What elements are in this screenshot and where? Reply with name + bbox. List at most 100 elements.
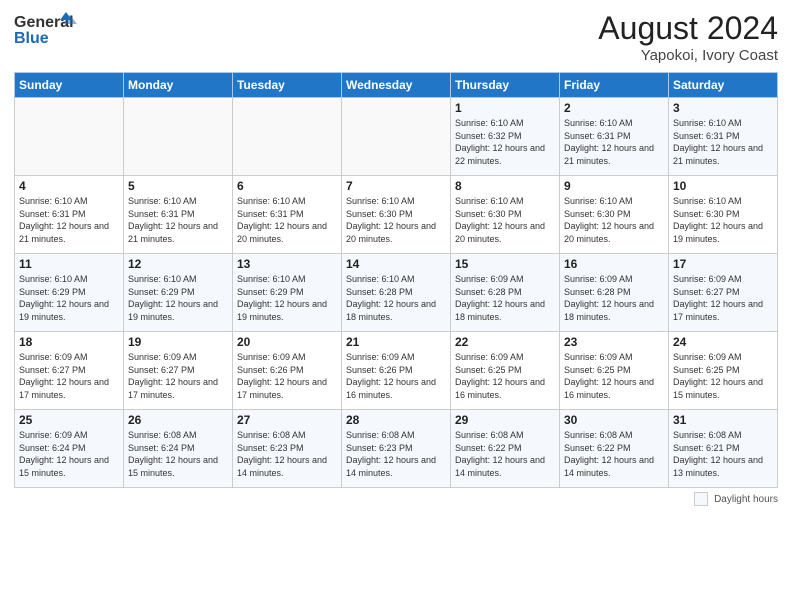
day-number: 6 (237, 179, 337, 193)
day-number: 4 (19, 179, 119, 193)
day-number: 8 (455, 179, 555, 193)
day-info: Sunrise: 6:10 AMSunset: 6:31 PMDaylight:… (19, 195, 119, 245)
day-info: Sunrise: 6:10 AMSunset: 6:29 PMDaylight:… (19, 273, 119, 323)
day-info: Sunrise: 6:10 AMSunset: 6:31 PMDaylight:… (237, 195, 337, 245)
day-number: 23 (564, 335, 664, 349)
calendar-cell: 8 Sunrise: 6:10 AMSunset: 6:30 PMDaylight… (451, 176, 560, 254)
day-info: Sunrise: 6:10 AMSunset: 6:31 PMDaylight:… (673, 117, 773, 167)
day-number: 22 (455, 335, 555, 349)
day-header-thursday: Thursday (451, 73, 560, 98)
calendar-cell: 23 Sunrise: 6:09 AMSunset: 6:25 PMDayligh… (560, 332, 669, 410)
day-info: Sunrise: 6:09 AMSunset: 6:28 PMDaylight:… (455, 273, 555, 323)
day-number: 9 (564, 179, 664, 193)
day-info: Sunrise: 6:08 AMSunset: 6:21 PMDaylight:… (673, 429, 773, 479)
calendar-week-1: 1 Sunrise: 6:10 AMSunset: 6:32 PMDaylight… (15, 98, 778, 176)
day-info: Sunrise: 6:10 AMSunset: 6:31 PMDaylight:… (128, 195, 228, 245)
month-title: August 2024 (598, 10, 778, 47)
day-number: 1 (455, 101, 555, 115)
calendar-cell: 7 Sunrise: 6:10 AMSunset: 6:30 PMDaylight… (342, 176, 451, 254)
logo-svg: GeneralBlue (14, 10, 84, 50)
svg-text:Blue: Blue (14, 30, 49, 47)
day-number: 30 (564, 413, 664, 427)
calendar-cell (124, 98, 233, 176)
daylight-box (694, 492, 708, 506)
day-info: Sunrise: 6:10 AMSunset: 6:29 PMDaylight:… (237, 273, 337, 323)
day-number: 13 (237, 257, 337, 271)
calendar-cell: 12 Sunrise: 6:10 AMSunset: 6:29 PMDayligh… (124, 254, 233, 332)
day-info: Sunrise: 6:10 AMSunset: 6:28 PMDaylight:… (346, 273, 446, 323)
calendar-container: GeneralBlue August 2024 Yapokoi, Ivory C… (0, 0, 792, 612)
calendar-cell: 25 Sunrise: 6:09 AMSunset: 6:24 PMDayligh… (15, 410, 124, 488)
calendar-cell: 3Sunrise: 6:10 AMSunset: 6:31 PMDaylight… (669, 98, 778, 176)
calendar-cell: 30Sunrise: 6:08 AMSunset: 6:22 PMDayligh… (560, 410, 669, 488)
day-info: Sunrise: 6:10 AMSunset: 6:32 PMDaylight:… (455, 117, 555, 167)
day-info: Sunrise: 6:08 AMSunset: 6:23 PMDaylight:… (346, 429, 446, 479)
day-info: Sunrise: 6:09 AMSunset: 6:26 PMDaylight:… (237, 351, 337, 401)
day-number: 15 (455, 257, 555, 271)
calendar-cell: 26Sunrise: 6:08 AMSunset: 6:24 PMDayligh… (124, 410, 233, 488)
day-number: 2 (564, 101, 664, 115)
day-header-saturday: Saturday (669, 73, 778, 98)
calendar-table: SundayMondayTuesdayWednesdayThursdayFrid… (14, 72, 778, 488)
day-number: 7 (346, 179, 446, 193)
day-number: 17 (673, 257, 773, 271)
day-info: Sunrise: 6:09 AMSunset: 6:25 PMDaylight:… (673, 351, 773, 401)
day-number: 14 (346, 257, 446, 271)
day-number: 25 (19, 413, 119, 427)
calendar-cell: 24 Sunrise: 6:09 AMSunset: 6:25 PMDayligh… (669, 332, 778, 410)
day-header-wednesday: Wednesday (342, 73, 451, 98)
calendar-cell: 14 Sunrise: 6:10 AMSunset: 6:28 PMDayligh… (342, 254, 451, 332)
day-info: Sunrise: 6:10 AMSunset: 6:30 PMDaylight:… (455, 195, 555, 245)
day-info: Sunrise: 6:10 AMSunset: 6:30 PMDaylight:… (346, 195, 446, 245)
day-info: Sunrise: 6:08 AMSunset: 6:22 PMDaylight:… (455, 429, 555, 479)
calendar-cell: 19 Sunrise: 6:09 AMSunset: 6:27 PMDayligh… (124, 332, 233, 410)
calendar-cell: 27Sunrise: 6:08 AMSunset: 6:23 PMDayligh… (233, 410, 342, 488)
calendar-cell: 9Sunrise: 6:10 AMSunset: 6:30 PMDaylight… (560, 176, 669, 254)
calendar-cell: 22 Sunrise: 6:09 AMSunset: 6:25 PMDayligh… (451, 332, 560, 410)
day-info: Sunrise: 6:08 AMSunset: 6:24 PMDaylight:… (128, 429, 228, 479)
title-block: August 2024 Yapokoi, Ivory Coast (598, 10, 778, 64)
calendar-cell: 18Sunrise: 6:09 AMSunset: 6:27 PMDayligh… (15, 332, 124, 410)
day-info: Sunrise: 6:09 AMSunset: 6:28 PMDaylight:… (564, 273, 664, 323)
day-header-sunday: Sunday (15, 73, 124, 98)
day-number: 12 (128, 257, 228, 271)
day-number: 5 (128, 179, 228, 193)
calendar-week-5: 25 Sunrise: 6:09 AMSunset: 6:24 PMDayligh… (15, 410, 778, 488)
calendar-cell: 6 Sunrise: 6:10 AMSunset: 6:31 PMDaylight… (233, 176, 342, 254)
calendar-cell: 17Sunrise: 6:09 AMSunset: 6:27 PMDayligh… (669, 254, 778, 332)
header-row: SundayMondayTuesdayWednesdayThursdayFrid… (15, 73, 778, 98)
calendar-cell: 31Sunrise: 6:08 AMSunset: 6:21 PMDayligh… (669, 410, 778, 488)
calendar-week-2: 4 Sunrise: 6:10 AMSunset: 6:31 PMDaylight… (15, 176, 778, 254)
calendar-cell: 15 Sunrise: 6:09 AMSunset: 6:28 PMDayligh… (451, 254, 560, 332)
day-info: Sunrise: 6:09 AMSunset: 6:25 PMDaylight:… (455, 351, 555, 401)
footer-label: Daylight hours (714, 494, 778, 505)
calendar-cell (15, 98, 124, 176)
calendar-cell (342, 98, 451, 176)
day-number: 19 (128, 335, 228, 349)
calendar-cell: 16 Sunrise: 6:09 AMSunset: 6:28 PMDayligh… (560, 254, 669, 332)
day-info: Sunrise: 6:09 AMSunset: 6:25 PMDaylight:… (564, 351, 664, 401)
day-info: Sunrise: 6:10 AMSunset: 6:29 PMDaylight:… (128, 273, 228, 323)
calendar-cell (233, 98, 342, 176)
day-number: 16 (564, 257, 664, 271)
location-title: Yapokoi, Ivory Coast (598, 47, 778, 64)
calendar-cell: 21 Sunrise: 6:09 AMSunset: 6:26 PMDayligh… (342, 332, 451, 410)
day-info: Sunrise: 6:10 AMSunset: 6:30 PMDaylight:… (673, 195, 773, 245)
day-header-friday: Friday (560, 73, 669, 98)
day-number: 27 (237, 413, 337, 427)
day-info: Sunrise: 6:09 AMSunset: 6:27 PMDaylight:… (128, 351, 228, 401)
day-header-monday: Monday (124, 73, 233, 98)
calendar-cell: 2 Sunrise: 6:10 AMSunset: 6:31 PMDaylight… (560, 98, 669, 176)
day-info: Sunrise: 6:10 AMSunset: 6:31 PMDaylight:… (564, 117, 664, 167)
day-info: Sunrise: 6:09 AMSunset: 6:24 PMDaylight:… (19, 429, 119, 479)
calendar-cell: 13 Sunrise: 6:10 AMSunset: 6:29 PMDayligh… (233, 254, 342, 332)
day-number: 24 (673, 335, 773, 349)
day-number: 21 (346, 335, 446, 349)
day-header-tuesday: Tuesday (233, 73, 342, 98)
calendar-cell: 20Sunrise: 6:09 AMSunset: 6:26 PMDayligh… (233, 332, 342, 410)
day-info: Sunrise: 6:09 AMSunset: 6:27 PMDaylight:… (19, 351, 119, 401)
day-info: Sunrise: 6:09 AMSunset: 6:26 PMDaylight:… (346, 351, 446, 401)
header: GeneralBlue August 2024 Yapokoi, Ivory C… (14, 10, 778, 64)
calendar-cell: 5 Sunrise: 6:10 AMSunset: 6:31 PMDaylight… (124, 176, 233, 254)
day-number: 28 (346, 413, 446, 427)
